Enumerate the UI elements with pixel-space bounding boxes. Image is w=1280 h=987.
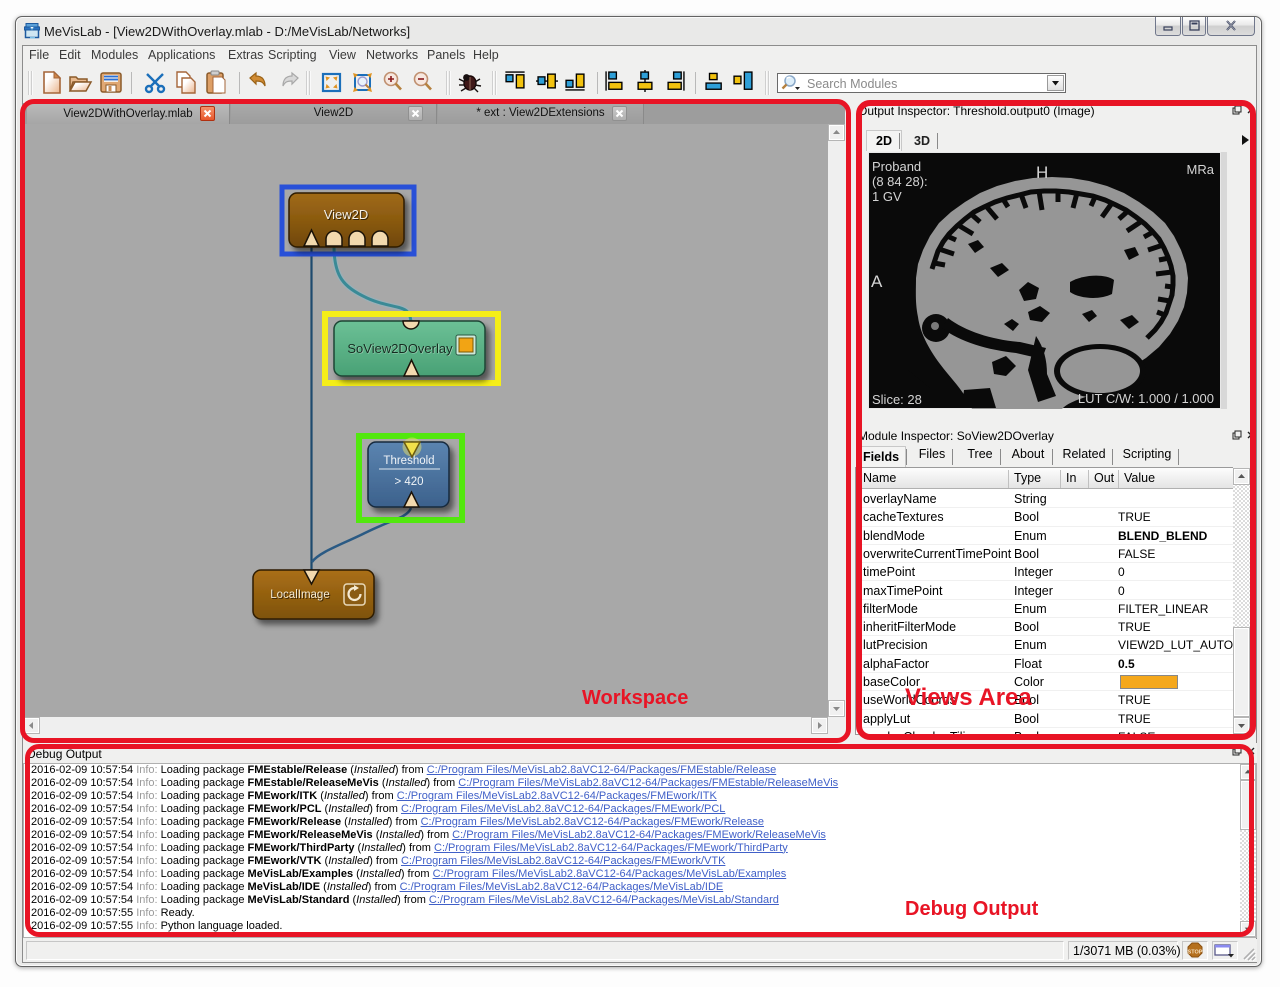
svg-text:STOP: STOP <box>1188 950 1203 956</box>
